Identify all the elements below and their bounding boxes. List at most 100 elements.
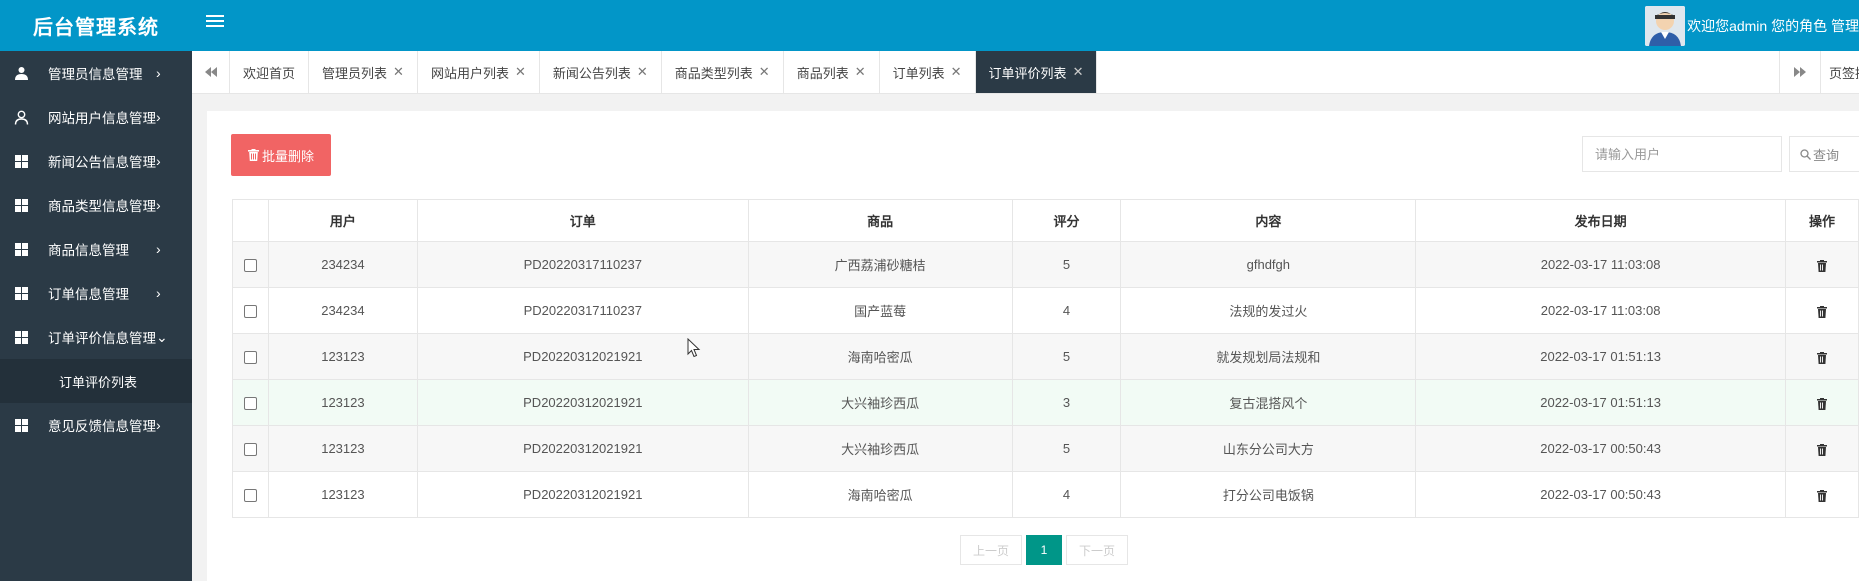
cell-content: 复古混搭风个 xyxy=(1120,379,1417,426)
column-header: 内容 xyxy=(1120,199,1417,242)
cell-actions xyxy=(1784,241,1859,288)
next-page-button[interactable]: 下一页 xyxy=(1066,535,1129,565)
cell-score: 3 xyxy=(1011,379,1122,426)
trash-icon[interactable] xyxy=(1816,305,1827,318)
sidebar-item-label: 商品类型信息管理 xyxy=(48,199,156,214)
sidebar-item-news[interactable]: 新闻公告信息管理 › xyxy=(0,139,192,183)
cell-product: 大兴袖珍西瓜 xyxy=(747,425,1013,472)
cell-date: 2022-03-17 01:51:13 xyxy=(1415,379,1786,426)
sidebar-item-site-users[interactable]: 网站用户信息管理 › xyxy=(0,95,192,139)
chevron-right-icon: › xyxy=(156,417,161,433)
column-header: 操作 xyxy=(1784,199,1859,242)
user-icon xyxy=(14,110,29,125)
chevron-right-icon: › xyxy=(156,285,161,301)
sidebar-item-label: 网站用户信息管理 xyxy=(48,111,156,126)
search-button[interactable]: 查询 xyxy=(1789,136,1859,172)
prev-page-button[interactable]: 上一页 xyxy=(960,535,1023,565)
tab-label: 管理员列表 xyxy=(322,65,388,81)
tab-product-type-list[interactable]: 商品类型列表 ✕ xyxy=(662,51,784,93)
tab-site-user-list[interactable]: 网站用户列表 ✕ xyxy=(418,51,540,93)
row-checkbox[interactable] xyxy=(243,443,257,457)
close-icon[interactable]: ✕ xyxy=(1073,64,1084,80)
trash-icon[interactable] xyxy=(1816,351,1827,364)
sidebar-item-orders[interactable]: 订单信息管理 › xyxy=(0,271,192,315)
sidebar-item-label: 新闻公告信息管理 xyxy=(48,155,156,170)
trash-icon[interactable] xyxy=(1816,259,1827,272)
cell-date: 2022-03-17 11:03:08 xyxy=(1415,241,1786,288)
chevron-right-icon: › xyxy=(156,241,161,257)
tab-operations-button[interactable]: 页签操作 xyxy=(1820,51,1859,93)
tab-label: 订单评价列表 xyxy=(988,65,1067,81)
search-button-label: 查询 xyxy=(1813,147,1840,163)
avatar[interactable] xyxy=(1645,5,1686,46)
search-icon xyxy=(1800,148,1811,160)
cell-order: PD20220317110237 xyxy=(416,287,749,334)
row-checkbox[interactable] xyxy=(243,489,257,503)
sidebar-item-admin[interactable]: 管理员信息管理 › xyxy=(0,51,192,95)
page-1-button[interactable]: 1 xyxy=(1026,535,1063,565)
chevron-right-icon: › xyxy=(156,109,161,125)
close-icon[interactable]: ✕ xyxy=(759,64,770,80)
sidebar-subitem-label: 订单评价列表 xyxy=(59,374,138,390)
cell-product: 海南哈密瓜 xyxy=(747,333,1013,380)
row-checkbox[interactable] xyxy=(243,259,257,273)
user-welcome-text: 欢迎您admin 您的角色 管理 xyxy=(1687,17,1859,34)
cell-actions xyxy=(1784,333,1859,380)
sidebar-item-product-types[interactable]: 商品类型信息管理 › xyxy=(0,183,192,227)
user-area[interactable]: 欢迎您admin 您的角色 管理 xyxy=(1645,0,1859,51)
users-icon xyxy=(14,66,29,81)
chevron-down-icon: ⌄ xyxy=(156,328,168,345)
tab-list: 欢迎首页 管理员列表 ✕ 网站用户列表 ✕ 新闻公告列表 ✕ 商品类型列表 ✕ … xyxy=(230,51,1098,93)
tab-label: 网站用户列表 xyxy=(430,65,509,81)
sidebar-item-products[interactable]: 商品信息管理 › xyxy=(0,227,192,271)
row-select-cell xyxy=(232,333,269,380)
tab-order-review-list[interactable]: 订单评价列表 ✕ xyxy=(975,51,1098,93)
cell-date: 2022-03-17 01:51:13 xyxy=(1415,333,1786,380)
trash-icon xyxy=(247,149,259,161)
row-checkbox[interactable] xyxy=(243,397,257,411)
cell-product: 国产蓝莓 xyxy=(747,287,1013,334)
tabs-scroll-left-icon[interactable] xyxy=(192,51,230,93)
pagination: 上一页 1 下一页 xyxy=(960,535,1129,565)
tab-admin-list[interactable]: 管理员列表 ✕ xyxy=(309,51,418,93)
sidebar-item-order-reviews[interactable]: 订单评价信息管理 ⌄ xyxy=(0,315,192,359)
close-icon[interactable]: ✕ xyxy=(515,64,526,80)
close-icon[interactable]: ✕ xyxy=(637,64,648,80)
close-icon[interactable]: ✕ xyxy=(951,64,962,80)
search-user-input[interactable] xyxy=(1582,136,1782,172)
logo-area: 后台管理系统 xyxy=(0,0,192,51)
tab-order-list[interactable]: 订单列表 ✕ xyxy=(880,51,976,93)
sidebar-subitem-order-review-list[interactable]: 订单评价列表 xyxy=(0,359,192,403)
tab-news-list[interactable]: 新闻公告列表 ✕ xyxy=(540,51,662,93)
cell-date: 2022-03-17 00:50:43 xyxy=(1415,425,1786,472)
cell-actions xyxy=(1784,379,1859,426)
menu-toggle-icon[interactable] xyxy=(206,12,224,30)
row-checkbox[interactable] xyxy=(243,305,257,319)
tab-label: 新闻公告列表 xyxy=(552,65,631,81)
row-checkbox[interactable] xyxy=(243,351,257,365)
tabs-scroll-right-icon[interactable] xyxy=(1779,51,1820,93)
column-header: 订单 xyxy=(416,199,749,242)
trash-icon[interactable] xyxy=(1816,397,1827,410)
batch-delete-button[interactable]: 批量删除 xyxy=(231,134,331,176)
trash-icon[interactable] xyxy=(1816,443,1827,456)
cell-content: gfhdfgh xyxy=(1120,241,1417,288)
close-icon[interactable]: ✕ xyxy=(393,64,404,80)
grid-icon xyxy=(14,242,29,257)
cell-user: 123123 xyxy=(267,425,418,472)
tabs-bar: 欢迎首页 管理员列表 ✕ 网站用户列表 ✕ 新闻公告列表 ✕ 商品类型列表 ✕ … xyxy=(192,51,1859,94)
top-header: 后台管理系统 欢迎您admin 您的角色 管理 xyxy=(0,0,1859,51)
close-icon[interactable]: ✕ xyxy=(855,64,866,80)
cell-user: 234234 xyxy=(267,287,418,334)
tab-welcome[interactable]: 欢迎首页 xyxy=(230,51,310,93)
sidebar-item-feedback[interactable]: 意见反馈信息管理 › xyxy=(0,403,192,447)
cell-user: 234234 xyxy=(267,241,418,288)
cell-order: PD20220312021921 xyxy=(416,425,749,472)
column-header: 评分 xyxy=(1011,199,1122,242)
sidebar-item-label: 订单信息管理 xyxy=(48,287,129,302)
cell-product: 大兴袖珍西瓜 xyxy=(747,379,1013,426)
trash-icon[interactable] xyxy=(1816,489,1827,502)
tab-product-list[interactable]: 商品列表 ✕ xyxy=(784,51,880,93)
tab-label: 商品列表 xyxy=(796,65,849,81)
grid-icon xyxy=(14,418,29,433)
